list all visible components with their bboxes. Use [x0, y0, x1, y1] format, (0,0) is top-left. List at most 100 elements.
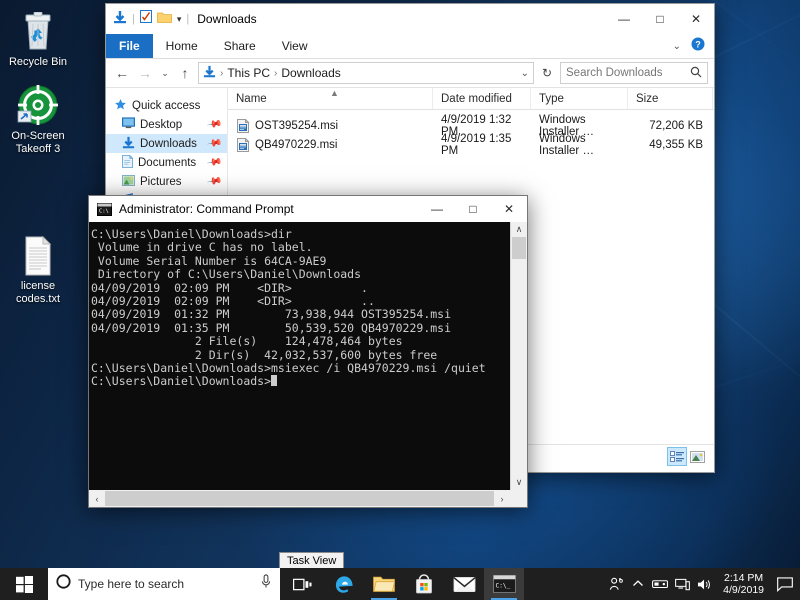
file-list-header[interactable]: ▲ Name Date modified Type Size — [228, 88, 714, 110]
scroll-left-button[interactable]: ‹ — [89, 490, 105, 507]
address-dropdown-icon[interactable]: ⌄ — [521, 68, 529, 79]
cmd-line: Volume in drive C has no label. — [91, 241, 509, 254]
cmd-horizontal-scroll-thumb[interactable] — [105, 491, 494, 506]
search-input[interactable]: Type here to search — [48, 568, 280, 600]
taskbar-app-file-explorer[interactable] — [364, 568, 404, 600]
properties-icon[interactable] — [140, 10, 152, 28]
file-name: OST395254.msi — [255, 120, 338, 132]
task-view-button[interactable] — [280, 568, 324, 600]
refresh-button[interactable]: ↻ — [537, 62, 557, 84]
sidebar-item-desktop[interactable]: Desktop 📌 — [106, 115, 227, 134]
large-icons-view-button[interactable] — [688, 448, 706, 465]
explorer-title-bar[interactable]: | ▾ | Downloads — □ ✕ — [106, 4, 714, 34]
clock[interactable]: 2:14 PM 4/9/2019 — [715, 572, 772, 596]
volume-icon[interactable] — [693, 568, 715, 600]
taskbar-app-command-prompt[interactable]: C:\_ — [484, 568, 524, 600]
desktop-icon-on-screen-takeoff[interactable]: On-Screen Takeoff 3 — [1, 82, 75, 156]
cmd-window-buttons[interactable]: — □ ✕ — [419, 196, 527, 222]
table-row[interactable]: QB4970229.msi 4/9/2019 1:35 PM Windows I… — [228, 135, 714, 154]
cmd-line: 2 File(s) 124,478,464 bytes — [91, 335, 509, 348]
column-header-size[interactable]: Size — [628, 88, 713, 109]
microphone-icon[interactable] — [260, 574, 272, 594]
ribbon-tab-home[interactable]: Home — [153, 34, 211, 58]
pin-icon[interactable]: 📌 — [206, 135, 223, 151]
new-folder-icon[interactable] — [157, 10, 172, 28]
pin-icon[interactable]: 📌 — [206, 154, 223, 170]
taskbar-app-store[interactable] — [404, 568, 444, 600]
breadcrumb[interactable]: › This PC › Downloads ⌄ — [198, 62, 534, 84]
cmd-vertical-scrollbar[interactable]: ∧ ∨ — [510, 222, 527, 490]
sort-ascending-icon: ▲ — [330, 88, 339, 98]
back-button[interactable]: ← — [112, 62, 132, 84]
system-tray[interactable]: 2:14 PM 4/9/2019 — [605, 568, 800, 600]
show-hidden-icons-chevron[interactable] — [627, 568, 649, 600]
customize-dropdown-icon[interactable]: ▾ — [177, 14, 182, 25]
breadcrumb-separator: › — [220, 68, 223, 79]
explorer-ribbon-tabs[interactable]: File Home Share View ⌄ ? — [106, 34, 714, 59]
explorer-maximize-button[interactable]: □ — [642, 4, 678, 34]
cmd-close-button[interactable]: ✕ — [491, 196, 527, 222]
explorer-minimize-button[interactable]: — — [606, 4, 642, 34]
column-header-date-modified[interactable]: Date modified — [433, 88, 531, 109]
cmd-title: Administrator: Command Prompt — [119, 202, 419, 216]
desktop-icon-license-codes[interactable]: license codes.txt — [1, 232, 75, 306]
toolbar-separator: | — [186, 13, 189, 25]
pin-icon[interactable]: 📌 — [206, 173, 223, 189]
file-name-cell[interactable]: QB4970229.msi — [228, 135, 433, 154]
desktop-icon-label-line1: license — [1, 280, 75, 293]
store-icon — [415, 574, 433, 594]
column-header-name[interactable]: ▲ Name — [228, 88, 433, 109]
up-button[interactable]: ↑ — [175, 62, 195, 84]
cmd-line: C:\Users\Daniel\Downloads> — [91, 375, 509, 388]
command-prompt-window[interactable]: C:\ Administrator: Command Prompt — □ ✕ … — [88, 195, 528, 508]
explorer-close-button[interactable]: ✕ — [678, 4, 714, 34]
explorer-address-bar[interactable]: ← → ⌄ ↑ › This PC › Downloads ⌄ ↻ Search… — [106, 59, 714, 87]
taskbar-app-edge[interactable] — [324, 568, 364, 600]
ribbon-tab-view[interactable]: View — [269, 34, 321, 58]
help-icon[interactable]: ? — [691, 37, 705, 56]
cmd-title-bar[interactable]: C:\ Administrator: Command Prompt — □ ✕ — [89, 196, 527, 222]
file-size-cell: 49,355 KB — [628, 135, 713, 154]
forward-button[interactable]: → — [135, 62, 155, 84]
details-view-button[interactable] — [668, 448, 686, 465]
cmd-horizontal-scrollbar[interactable]: ‹ › — [89, 490, 510, 507]
search-input[interactable]: Search Downloads — [560, 62, 708, 84]
recycle-bin-icon — [1, 8, 75, 52]
scroll-down-button[interactable]: ∨ — [511, 475, 527, 490]
sidebar-item-documents[interactable]: Documents 📌 — [106, 153, 227, 172]
network-icon[interactable] — [671, 568, 693, 600]
ribbon-tab-file[interactable]: File — [106, 34, 153, 58]
downloads-icon[interactable] — [113, 10, 127, 29]
action-center-button[interactable] — [772, 568, 798, 600]
pin-icon[interactable]: 📌 — [206, 116, 223, 132]
removable-media-icon[interactable] — [649, 568, 671, 600]
sidebar-item-downloads[interactable]: Downloads 📌 — [106, 134, 227, 153]
recent-locations-button[interactable]: ⌄ — [158, 62, 172, 84]
documents-icon — [122, 155, 133, 171]
cmd-line: Directory of C:\Users\Daniel\Downloads — [91, 268, 509, 281]
taskbar-app-mail[interactable] — [444, 568, 484, 600]
breadcrumb-item-this-pc[interactable]: This PC — [227, 66, 270, 80]
ribbon-tab-share[interactable]: Share — [211, 34, 269, 58]
text-file-icon — [1, 232, 75, 276]
cmd-resize-corner[interactable] — [510, 490, 527, 507]
ribbon-collapse-icon[interactable]: ⌄ — [673, 41, 681, 52]
explorer-window-buttons[interactable]: — □ ✕ — [606, 4, 714, 34]
start-button[interactable] — [0, 568, 48, 600]
cmd-console-area[interactable]: C:\Users\Daniel\Downloads>dir Volume in … — [89, 222, 527, 507]
column-header-type[interactable]: Type — [531, 88, 628, 109]
view-mode-buttons[interactable] — [668, 448, 714, 465]
scroll-right-button[interactable]: › — [494, 490, 510, 507]
quick-access-toolbar[interactable]: | ▾ | — [106, 10, 189, 29]
breadcrumb-item-downloads[interactable]: Downloads — [281, 66, 340, 80]
cmd-maximize-button[interactable]: □ — [455, 196, 491, 222]
sidebar-item-quick-access[interactable]: Quick access — [106, 96, 227, 115]
cmd-minimize-button[interactable]: — — [419, 196, 455, 222]
scroll-up-button[interactable]: ∧ — [511, 222, 527, 237]
desktop-icon-recycle-bin[interactable]: Recycle Bin — [1, 8, 75, 69]
cmd-vertical-scroll-thumb[interactable] — [512, 237, 526, 259]
sidebar-item-pictures[interactable]: Pictures 📌 — [106, 172, 227, 191]
file-name-cell[interactable]: OST395254.msi — [228, 116, 433, 135]
people-icon[interactable] — [605, 568, 627, 600]
taskbar[interactable]: Type here to search — [0, 568, 800, 600]
